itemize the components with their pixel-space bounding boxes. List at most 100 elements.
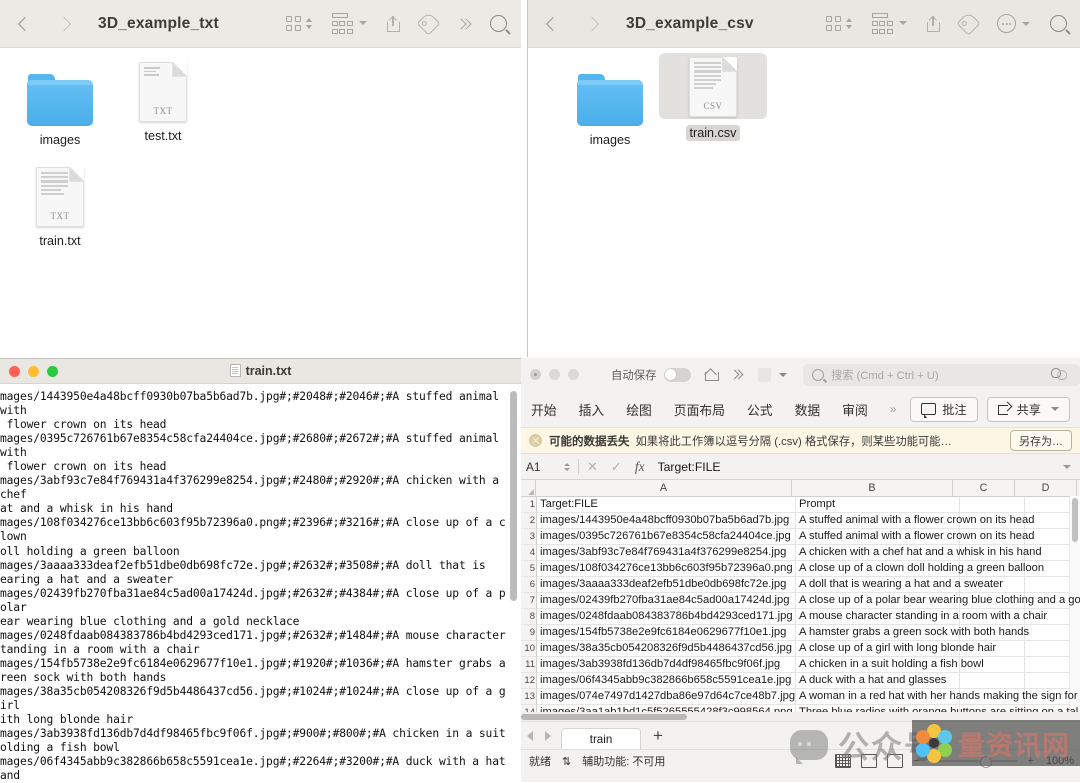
table-row[interactable]: 14images/3aa1ab1bd1c5f5265555428f3c99856… — [521, 705, 1080, 712]
table-row[interactable]: 4 images/3abf93c7e84f769431a4f376299e8254… — [521, 545, 1080, 561]
tag-icon[interactable] — [956, 11, 981, 36]
tag-icon[interactable] — [416, 11, 441, 36]
finder-window-txt[interactable]: 3D_example_txt images TXT test.txt TXT t… — [0, 0, 521, 357]
save-as-button[interactable]: 另存为… — [1010, 430, 1072, 451]
table-row[interactable]: 6 images/3aaaa333deaf2efb51dbe0db698fc72e… — [521, 577, 1080, 593]
forward-icon[interactable] — [57, 17, 70, 30]
cell-a[interactable]: images/074e7497d1427dba86e97d64c7ce48b7.… — [537, 689, 796, 704]
zoom-in-button[interactable]: + — [1028, 755, 1034, 767]
cell-b[interactable]: A stuffed animal with a flower crown on … — [796, 529, 1034, 544]
finder-item-test-txt[interactable]: TXT test.txt — [109, 58, 217, 145]
cell-a[interactable]: Target:FILE — [537, 497, 796, 512]
group-by-list-icon[interactable] — [331, 12, 367, 35]
tab-review[interactable]: 审阅 — [842, 400, 868, 419]
ribbon-tab-list[interactable]: 开始 插入 绘图 页面布局 公式 数据 审阅 » — [531, 400, 896, 419]
cell-b[interactable]: A close up of a girl with long blonde ha… — [796, 641, 996, 656]
tab-draw[interactable]: 绘图 — [626, 400, 652, 419]
sheet-tab-bar[interactable]: train + — [521, 721, 1080, 750]
cell-a[interactable]: images/108f034276ce13bb6c603f95b72396a0.… — [537, 561, 796, 576]
cell-empty[interactable] — [960, 673, 1025, 688]
tab-formulas[interactable]: 公式 — [747, 400, 773, 419]
column-header-A[interactable]: A — [536, 480, 792, 496]
cell-a[interactable]: images/154fb5738e2e9fc6184e0629677f10e1.… — [537, 625, 796, 640]
excel-window[interactable]: 自动保存 搜索 (Cmd + Ctrl + U) 开始 插入 绘图 页面布局 公… — [521, 358, 1080, 782]
row-header[interactable]: 9 — [521, 625, 537, 640]
group-by-list-icon[interactable] — [871, 12, 907, 35]
autosave-toggle[interactable] — [663, 367, 691, 382]
page-break-view-icon[interactable] — [887, 754, 904, 768]
row-header[interactable]: 11 — [521, 657, 537, 672]
cell-a[interactable]: images/0248fdaab084383786b4bd4293ced171.… — [537, 609, 796, 624]
finder-left-file-area[interactable]: images TXT test.txt TXT train.txt — [0, 48, 521, 357]
view-controls[interactable]: − + 100% — [835, 754, 1074, 768]
row-header[interactable]: 5 — [521, 561, 537, 576]
more-circle-icon[interactable] — [997, 14, 1030, 33]
finder-item-train-txt[interactable]: TXT train.txt — [6, 163, 114, 250]
cell-a[interactable]: images/0395c726761b67e8354c58cfa24404ce.… — [537, 529, 796, 544]
row-header[interactable]: 7 — [521, 593, 537, 608]
sheet-tab-train[interactable]: train — [561, 727, 641, 750]
insert-function-icon[interactable]: fx — [635, 459, 645, 475]
more-chevrons-icon[interactable] — [729, 369, 744, 380]
cell-a[interactable]: images/06f4345abb9c382866b658c5591cea1e.… — [537, 673, 796, 688]
table-row[interactable]: 5 images/108f034276ce13bb6c603f95b72396a0… — [521, 561, 1080, 577]
row-header[interactable]: 6 — [521, 577, 537, 592]
cell-b[interactable]: Three blue radios with orange buttons ar… — [796, 705, 1078, 712]
home-icon[interactable] — [704, 368, 719, 381]
zoom-out-button[interactable]: − — [913, 755, 919, 767]
cell-b[interactable]: A woman in a red hat with her hands maki… — [796, 689, 1078, 704]
excel-ribbon-tabs[interactable]: 开始 插入 绘图 页面布局 公式 数据 审阅 » 批注 共享 — [521, 391, 1080, 427]
cell-b[interactable]: A chicken in a suit holding a fish bowl — [796, 657, 984, 672]
cell-b[interactable]: A mouse character standing in a room wit… — [796, 609, 1047, 624]
tab-page-layout[interactable]: 页面布局 — [674, 400, 725, 419]
icon-view-grid-icon[interactable] — [826, 16, 852, 31]
editor-text-content[interactable]: mages/1443950e4a48bcff0930b07ba5b6ad7b.j… — [0, 384, 521, 783]
row-header[interactable]: 12 — [521, 673, 537, 688]
forward-icon[interactable] — [585, 17, 598, 30]
cell-b[interactable]: A hamster grabs a green sock with both h… — [796, 625, 1029, 640]
table-row[interactable]: 10 images/38a35cb054208326f9d5b4486437cd5… — [521, 641, 1080, 657]
name-box-stepper-icon[interactable] — [564, 462, 570, 471]
row-header[interactable]: 3 — [521, 529, 537, 544]
share-icon[interactable] — [387, 15, 400, 32]
minimize-button[interactable] — [549, 369, 560, 380]
finder-item-images[interactable]: images — [556, 62, 664, 149]
column-headers[interactable]: ABCDEF — [521, 480, 1080, 497]
tab-home[interactable]: 开始 — [531, 400, 557, 419]
name-box[interactable]: A1 — [521, 460, 574, 474]
row-header[interactable]: 1 — [521, 497, 537, 512]
excel-search-box[interactable]: 搜索 (Cmd + Ctrl + U) — [803, 363, 1080, 386]
finder-item-train-csv[interactable]: CSV train.csv — [659, 53, 767, 142]
ribbon-overflow-icon[interactable]: » — [890, 402, 897, 416]
share-button[interactable]: 共享 — [986, 396, 1070, 422]
confirm-edit-icon[interactable]: ✓ — [611, 459, 622, 475]
close-button[interactable] — [530, 369, 541, 380]
column-header-C[interactable]: C — [953, 480, 1015, 496]
cell-a[interactable]: images/3ab3938fd136db7d4df98465fbc9f06f.… — [537, 657, 796, 672]
cell-a[interactable]: images/38a35cb054208326f9d5b4486437cd56.… — [537, 641, 796, 656]
share-icon[interactable] — [927, 15, 940, 32]
cell-a[interactable]: images/3aa1ab1bd1c5f5265555428f3c998564.… — [537, 705, 796, 712]
back-icon[interactable] — [546, 17, 559, 30]
row-header[interactable]: 14 — [521, 705, 537, 712]
collaborators-icon[interactable] — [1051, 366, 1068, 381]
grid-horizontal-scrollbar[interactable] — [521, 712, 1080, 721]
select-all-corner[interactable] — [521, 480, 536, 496]
cell-b[interactable]: A chicken with a chef hat and a whisk in… — [796, 545, 1042, 560]
icon-view-grid-icon[interactable] — [286, 16, 312, 31]
ribbon-right-actions[interactable]: 批注 共享 — [910, 396, 1070, 422]
search-icon[interactable] — [490, 15, 507, 32]
cell-a[interactable]: images/1443950e4a48bcff0930b07ba5b6ad7b.… — [537, 513, 796, 528]
table-row[interactable]: 1 Target:FILE Prompt — [521, 497, 1080, 513]
page-layout-view-icon[interactable] — [861, 754, 878, 768]
comments-button[interactable]: 批注 — [910, 396, 978, 422]
cell-b[interactable]: A close up of a polar bear wearing blue … — [796, 593, 1080, 608]
column-header-B[interactable]: B — [792, 480, 953, 496]
finder-item-images[interactable]: images — [6, 62, 114, 149]
search-icon[interactable] — [1050, 15, 1067, 32]
normal-view-icon[interactable] — [835, 754, 852, 768]
cell-b[interactable]: A duck with a hat and glasses — [796, 673, 960, 688]
formula-actions[interactable]: ✕ ✓ fx — [587, 459, 645, 475]
row-header[interactable]: 2 — [521, 513, 537, 528]
table-row[interactable]: 2 images/1443950e4a48bcff0930b07ba5b6ad7b… — [521, 513, 1080, 529]
